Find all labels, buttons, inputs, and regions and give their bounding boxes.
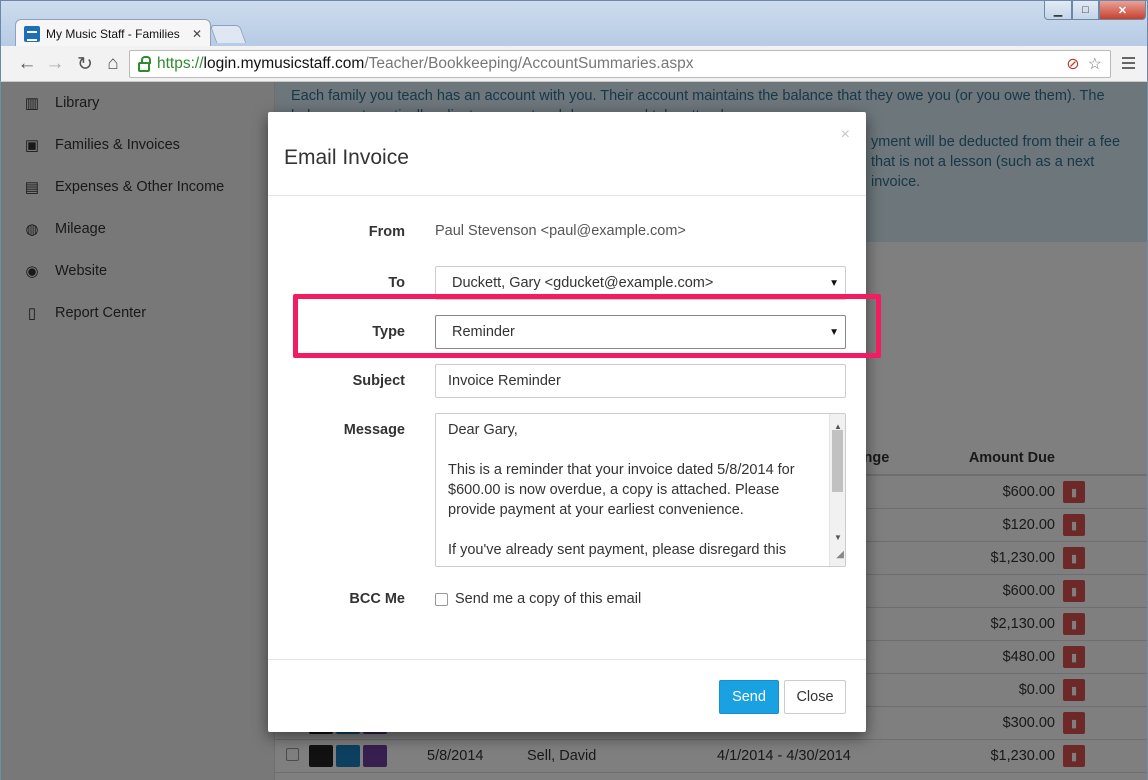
scroll-thumb[interactable] (832, 430, 843, 492)
browser-menu-icon[interactable] (1122, 57, 1135, 69)
bcc-label: BCC Me (349, 591, 405, 607)
bcc-checkbox-label[interactable]: Send me a copy of this email (455, 591, 641, 607)
back-arrow-icon[interactable]: ← (15, 52, 39, 76)
message-line: Dear Gary, (448, 422, 518, 438)
to-select-value: Duckett, Gary <gducket@example.com> (452, 275, 714, 291)
message-line: $600.00 is now overdue, a copy is attach… (448, 482, 780, 498)
send-button[interactable]: Send (719, 680, 779, 714)
message-text: Dear Gary, This is a reminder that your i… (448, 420, 817, 560)
resize-grip-icon[interactable]: ◢ (836, 545, 844, 565)
lock-icon (138, 55, 151, 72)
minimize-icon[interactable]: ▁ (1044, 1, 1072, 20)
message-line: This is a reminder that your invoice dat… (448, 462, 795, 478)
browser-toolbar: ← → ↻ ⌂ https://login.mymusicstaff.com/T… (0, 46, 1148, 82)
modal-close-icon[interactable]: × (841, 126, 850, 144)
tab-title: My Music Staff - Families (46, 26, 180, 41)
modal-footer: Send Close (268, 659, 866, 732)
message-label: Message (343, 422, 405, 438)
bcc-checkbox[interactable] (435, 593, 448, 606)
subject-input[interactable]: Invoice Reminder (435, 364, 846, 398)
to-label: To (388, 275, 405, 291)
home-icon[interactable]: ⌂ (101, 52, 125, 76)
type-highlight-box (293, 294, 881, 358)
message-line: provide payment at your earliest conveni… (448, 502, 744, 518)
browser-tab[interactable]: My Music Staff - Families ✕ (15, 19, 211, 47)
message-textarea[interactable]: Dear Gary, This is a reminder that your i… (435, 413, 846, 567)
message-line: If you've already sent payment, please d… (448, 542, 787, 558)
message-scrollbar[interactable]: ▲ ▼ ◢ (829, 414, 845, 566)
window-controls: ▁ □ ✕ (1044, 1, 1146, 20)
browser-titlebar: My Music Staff - Families ✕ ▁ □ ✕ (0, 0, 1148, 47)
url-host: login.mymusicstaff.com (203, 55, 365, 72)
site-favicon-icon (24, 25, 40, 42)
email-invoice-modal: Email Invoice × From Paul Stevenson <pau… (268, 112, 866, 732)
window-close-icon[interactable]: ✕ (1099, 1, 1146, 20)
tab-close-icon[interactable]: ✕ (192, 27, 202, 41)
chevron-down-icon: ▼ (829, 278, 839, 289)
from-value: Paul Stevenson <paul@example.com> (435, 223, 686, 239)
subject-label: Subject (352, 373, 405, 389)
forward-arrow-icon[interactable]: → (43, 52, 67, 76)
modal-title: Email Invoice (284, 146, 409, 169)
reload-icon[interactable]: ↻ (73, 52, 97, 76)
url-path: /Teacher/Bookkeeping/AccountSummaries.as… (364, 55, 694, 72)
url-scheme: https:// (157, 55, 204, 72)
close-button[interactable]: Close (784, 680, 846, 714)
modal-header: Email Invoice × (268, 112, 866, 196)
subject-input-value: Invoice Reminder (448, 373, 561, 389)
message-line (448, 440, 817, 460)
maximize-icon[interactable]: □ (1072, 1, 1099, 20)
bookmark-star-icon[interactable]: ☆ (1088, 54, 1102, 74)
extension-icon[interactable]: ⊘ (1066, 54, 1079, 74)
address-bar[interactable]: https://login.mymusicstaff.com/Teacher/B… (129, 50, 1111, 78)
new-tab-button[interactable] (209, 25, 247, 43)
from-label: From (368, 224, 405, 240)
message-line (448, 520, 817, 540)
